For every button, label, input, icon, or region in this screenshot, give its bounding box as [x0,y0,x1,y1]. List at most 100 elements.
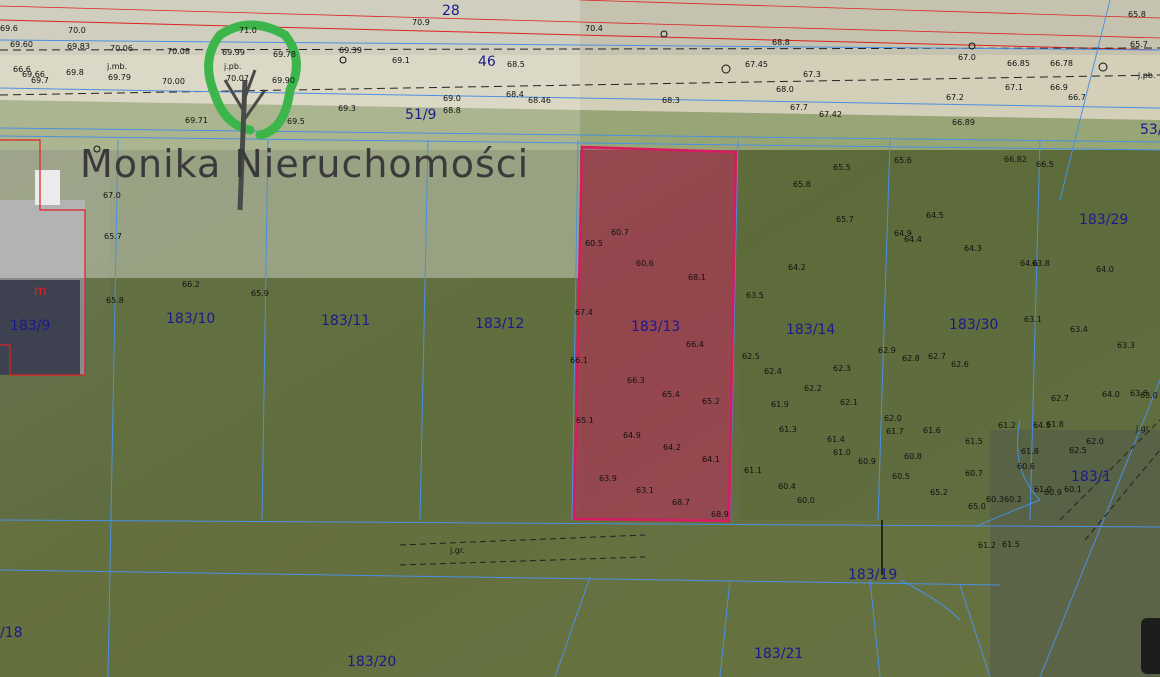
elevation-label: 60.5 [585,239,603,248]
elevation-label: 63.1 [636,486,654,495]
elevation-label: 70.08 [167,47,190,56]
elevation-label: 60.6 [1017,462,1035,471]
elevation-label: 64.2 [788,263,806,272]
parcel-number[interactable]: 51/9 [405,107,436,123]
parcel-label[interactable]: 183/29 [1079,212,1128,228]
elevation-label: 61.2 [998,421,1016,430]
elevation-label: 68.7 [672,498,690,507]
elevation-label: 65.0 [968,502,986,511]
elevation-label: 66.9 [1050,83,1068,92]
parcel-label[interactable]: 183/14 [786,322,835,338]
elevation-label: 70.06 [110,44,133,53]
elevation-label: 60.0 [797,496,815,505]
building-marker: m [34,284,47,299]
elevation-label: 69.71 [185,116,208,125]
elevation-label: 62.7 [928,352,946,361]
elevation-label: 64.2 [663,443,681,452]
elevation-label: 65.9 [251,289,269,298]
elevation-label: 62.5 [1069,446,1087,455]
elevation-label: 69.99 [222,48,245,57]
elevation-label: 67.0 [103,191,121,200]
map-canvas [0,0,1160,677]
elevation-label: 62.0 [1086,437,1104,446]
elevation-label: 60.3 [986,495,1004,504]
parcel-label[interactable]: 183/30 [949,317,998,333]
elevation-label: 62.3 [833,364,851,373]
elevation-label: 67.7 [790,103,808,112]
elevation-label: 69.7 [31,76,49,85]
elevation-label: 70.0 [68,26,86,35]
elevation-label: 65.8 [106,296,124,305]
elevation-label: 63.0 [1140,391,1158,400]
elevation-label: 65.7 [104,232,122,241]
elevation-label: 69.6 [0,24,18,33]
elevation-label: 61.7 [886,427,904,436]
elevation-label: 61.8 [1021,447,1039,456]
parcel-label[interactable]: 183/21 [754,646,803,662]
parcel-label[interactable]: 183/1 [1071,469,1111,485]
elevation-label: 62.9 [878,346,896,355]
elevation-label: 65.7 [836,215,854,224]
elevation-label: 61.9 [771,400,789,409]
elevation-label: 60.7 [965,469,983,478]
annotation: j.gr. [1136,424,1151,433]
parcel-label[interactable]: 183/11 [321,313,370,329]
elevation-label: 60.7 [611,228,629,237]
elevation-label: 60.4 [778,482,796,491]
elevation-label: 62.7 [1051,394,1069,403]
parcel-number[interactable]: 53/ [1140,122,1160,138]
elevation-label: 60.8 [904,452,922,461]
elevation-label: 64.5 [926,211,944,220]
elevation-label: 65.8 [1128,10,1146,19]
elevation-label: 61.6 [923,426,941,435]
parcel-number[interactable]: 46 [478,54,496,70]
parcel-label[interactable]: 183/20 [347,654,396,670]
parcel-label-highlighted[interactable]: 183/13 [631,319,680,335]
elevation-label: 64.0 [1096,265,1114,274]
elevation-label: 69.39 [339,46,362,55]
elevation-label: 61.4 [827,435,845,444]
elevation-label: 67.45 [745,60,768,69]
elevation-label: 69.5 [287,117,305,126]
elevation-label: 61.1 [744,466,762,475]
parcel-label[interactable]: 183/19 [848,567,897,583]
parcel-label[interactable]: 183/12 [475,316,524,332]
parcel-label[interactable]: 183/10 [166,311,215,327]
elevation-label: 66.2 [182,280,200,289]
elevation-label: 62.2 [804,384,822,393]
cadastral-map[interactable]: Monika Nieruchomości 183/9 183/10 183/11… [0,0,1160,677]
elevation-label: 68.0 [776,85,794,94]
elevation-label: 65.2 [930,488,948,497]
elevation-label: 60.2 [1004,495,1022,504]
elevation-label: 68.9 [711,510,729,519]
elevation-label: 63.1 [1024,315,1042,324]
elevation-label: 64.1 [702,455,720,464]
elevation-label: 65.6 [894,156,912,165]
elevation-label: 68.5 [507,60,525,69]
elevation-label: 62.8 [902,354,920,363]
annotation: j.pb. [224,62,242,71]
elevation-label: 65.5 [833,163,851,172]
elevation-label: 69.60 [10,40,33,49]
elevation-label: 60.9 [1044,488,1062,497]
panel-toggle-button[interactable] [1141,618,1160,674]
elevation-label: 67.0 [958,53,976,62]
elevation-label: 67.3 [803,70,821,79]
parcel-label[interactable]: 183/9 [10,318,50,334]
elevation-label: 60.5 [892,472,910,481]
elevation-label: 62.4 [764,367,782,376]
elevation-label: 68.3 [662,96,680,105]
elevation-label: 62.5 [742,352,760,361]
elevation-label: 63.9 [599,474,617,483]
elevation-label: 61.5 [965,437,983,446]
elevation-label: 71.0 [239,26,257,35]
parcel-number[interactable]: 28 [442,3,460,19]
parcel-label[interactable]: /18 [0,625,23,641]
elevation-label: 66.3 [627,376,645,385]
annotation: j.gr. [450,546,465,555]
elevation-label: 63.8 [1032,259,1050,268]
logo-text: Monika Nieruchomości [80,142,530,186]
elevation-label: 69.83 [67,42,90,51]
elevation-label: 63.4 [1070,325,1088,334]
elevation-label: 69.90 [272,76,295,85]
